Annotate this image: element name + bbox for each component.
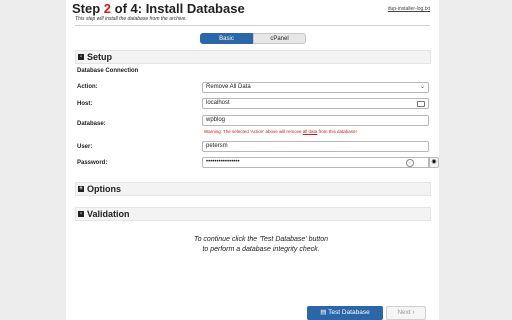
host-label: Host: [77, 101, 93, 107]
user-input[interactable]: petersm [202, 141, 429, 152]
database-input[interactable]: wpblog [202, 115, 429, 126]
action-label: Action: [77, 84, 98, 90]
validation-section-header[interactable]: - Validation [75, 207, 431, 221]
collapse-icon: - [78, 54, 84, 60]
test-database-button[interactable]: ▤ Test Database [307, 306, 383, 320]
user-label: User: [77, 144, 93, 150]
all-data-link: all data [302, 129, 318, 134]
chevron-down-icon: ⌄ [419, 84, 425, 90]
remove-data-warning: Warning: The selected 'Action' above wil… [204, 129, 357, 134]
page-title: Step 2 of 4: Install Database [72, 1, 245, 16]
tab-basic[interactable]: Basic [200, 33, 253, 44]
next-button[interactable]: Next › [386, 306, 426, 320]
password-input[interactable]: •••••••••••••••• i [202, 157, 429, 168]
page-subtitle: This step will install the database from… [75, 16, 187, 22]
current-step-number: 2 [103, 1, 112, 16]
validation-instructions: To continue click the 'Test Database' bu… [193, 236, 329, 253]
expand-icon: + [78, 186, 84, 192]
database-icon: ▤ [320, 309, 327, 316]
password-label: Password: [77, 160, 108, 166]
validation-section-title: Validation [87, 209, 130, 219]
database-label: Database: [77, 121, 106, 127]
installer-panel: Step 2 of 4: Install Database This step … [66, 0, 439, 320]
database-connection-heading: Database Connection [77, 68, 139, 74]
info-icon: i [406, 159, 414, 167]
options-section-title: Options [87, 184, 121, 194]
chevron-right-icon: › [412, 309, 415, 316]
setup-section-title: Setup [87, 52, 113, 62]
setup-section-header[interactable]: - Setup [75, 50, 431, 64]
action-select[interactable]: Remove All Data ⌄ [202, 82, 429, 93]
tab-cpanel[interactable]: cPanel [253, 33, 306, 44]
host-input[interactable]: localhost [202, 98, 429, 109]
autofill-card-icon [417, 101, 425, 107]
mode-tabs: Basic cPanel [200, 33, 306, 44]
collapse-icon: - [78, 211, 84, 217]
installer-log-link[interactable]: dup-installer-log.txt [388, 6, 430, 12]
header-divider [75, 25, 430, 26]
options-section-header[interactable]: + Options [75, 182, 431, 196]
show-password-eye-icon[interactable]: ◉ [429, 157, 439, 168]
